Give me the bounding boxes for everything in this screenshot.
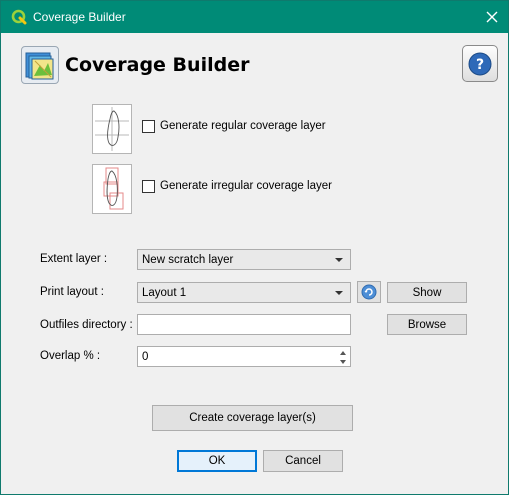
help-button[interactable]: ? [462,45,498,82]
ok-button[interactable]: OK [177,450,257,472]
overlap-value: 0 [142,350,149,363]
print-layout-select[interactable]: Layout 1 [137,282,351,303]
close-button[interactable] [476,1,508,33]
show-button[interactable]: Show [387,282,467,303]
extent-layer-select[interactable]: New scratch layer [137,249,351,270]
regular-coverage-checkbox[interactable] [142,120,155,133]
window-title: Coverage Builder [33,10,126,24]
chevron-down-icon [335,291,343,295]
coverage-map-icon [21,46,59,84]
cancel-button[interactable]: Cancel [263,450,343,472]
chevron-down-icon [335,258,343,262]
spin-down-button[interactable] [336,357,349,366]
regular-coverage-label: Generate regular coverage layer [160,120,326,132]
overlap-label: Overlap % : [40,350,101,362]
chevron-down-icon [339,359,346,364]
svg-text:?: ? [476,57,484,73]
overlap-spinbox[interactable]: 0 [137,346,351,367]
page-title: Coverage Builder [65,54,250,76]
help-icon: ? [468,52,492,75]
outfiles-directory-input[interactable] [137,314,351,335]
spin-up-button[interactable] [336,348,349,357]
chevron-up-icon [339,350,346,355]
regular-coverage-preview [92,104,132,154]
create-coverage-button[interactable]: Create coverage layer(s) [152,405,353,431]
qgis-icon [11,9,27,25]
refresh-icon [361,284,377,300]
outfiles-directory-label: Outfiles directory : [40,319,133,331]
coverage-builder-dialog: Coverage Builder Coverage Builder ? Gene… [0,0,509,495]
irregular-coverage-preview [92,164,132,214]
refresh-layouts-button[interactable] [357,281,381,303]
title-bar: Coverage Builder [1,1,508,33]
print-layout-label: Print layout : [40,286,104,298]
irregular-coverage-checkbox[interactable] [142,180,155,193]
irregular-coverage-label: Generate irregular coverage layer [160,180,332,192]
print-layout-value: Layout 1 [142,286,187,299]
extent-layer-value: New scratch layer [142,253,234,266]
extent-layer-label: Extent layer : [40,253,108,265]
close-icon [486,11,498,23]
browse-button[interactable]: Browse [387,314,467,335]
